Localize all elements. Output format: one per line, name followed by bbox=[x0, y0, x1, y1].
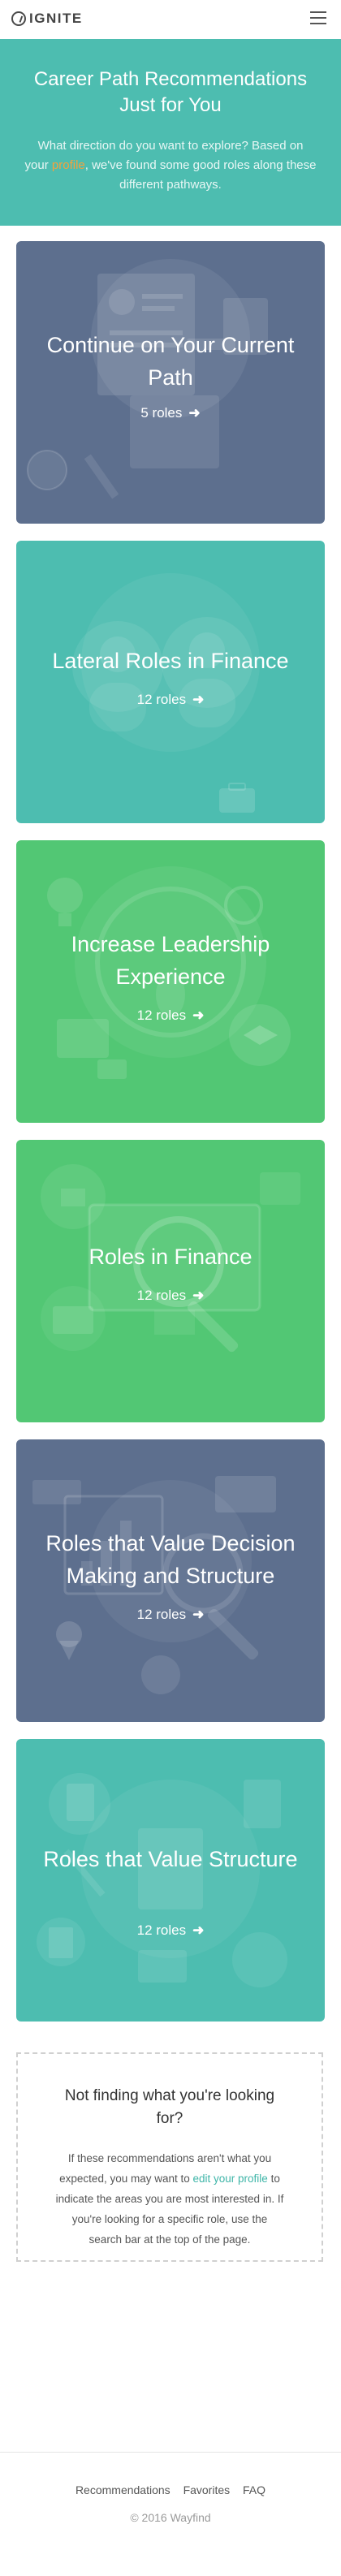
pathway-card-current-path[interactable]: Continue on Your Current Path 5 roles ➜ bbox=[16, 241, 325, 524]
hero-banner: Career Path Recommendations Just for You… bbox=[0, 39, 341, 226]
not-finding-text: If these recommendations aren't what you… bbox=[55, 2148, 284, 2250]
pathway-card-leadership[interactable]: Increase Leadership Experience 12 roles ➜ bbox=[16, 840, 325, 1123]
profile-link[interactable]: profile bbox=[52, 158, 85, 172]
edit-profile-link[interactable]: edit your profile bbox=[193, 2173, 268, 2185]
arrow-right-icon: ➜ bbox=[188, 405, 201, 421]
logo-text: IGNITE bbox=[29, 11, 83, 26]
arrow-right-icon: ➜ bbox=[192, 1008, 205, 1023]
arrow-right-icon: ➜ bbox=[192, 1607, 205, 1622]
card-roles-link[interactable]: 12 roles ➜ bbox=[16, 692, 325, 708]
card-roles-link[interactable]: 12 roles ➜ bbox=[16, 1922, 325, 1939]
card-roles-link[interactable]: 5 roles ➜ bbox=[16, 405, 325, 421]
people-briefcase-illustration-icon bbox=[72, 573, 260, 813]
card-roles-link[interactable]: 12 roles ➜ bbox=[16, 1008, 325, 1024]
card-title: Roles that Value Decision Making and Str… bbox=[45, 1531, 296, 1588]
footer-link-faq[interactable]: FAQ bbox=[243, 2483, 265, 2496]
roles-count: 12 roles bbox=[136, 1922, 187, 1938]
hero-intro-end: , we've found some good roles along thes… bbox=[84, 158, 317, 192]
card-title: Continue on Your Current Path bbox=[46, 333, 295, 390]
arrow-right-icon: ➜ bbox=[192, 1922, 205, 1938]
logo-icon bbox=[11, 11, 26, 26]
logo[interactable]: IGNITE bbox=[11, 11, 83, 27]
pathway-card-decision-making[interactable]: Roles that Value Decision Making and Str… bbox=[16, 1439, 325, 1722]
roles-count: 12 roles bbox=[136, 692, 187, 707]
hero-intro: What direction do you want to explore? B… bbox=[24, 136, 317, 195]
footer-nav: Recommendations Favorites FAQ bbox=[0, 2483, 341, 2496]
arrow-right-icon: ➜ bbox=[192, 692, 205, 707]
card-title: Lateral Roles in Finance bbox=[52, 649, 289, 673]
card-title: Roles in Finance bbox=[88, 1245, 253, 1269]
not-finding-title: Not finding what you're looking for? bbox=[64, 2087, 275, 2127]
page-title: Career Path Recommendations Just for You bbox=[33, 68, 308, 116]
footer-link-recommendations[interactable]: Recommendations bbox=[76, 2483, 170, 2496]
arrow-right-icon: ➜ bbox=[192, 1288, 205, 1303]
roles-count: 12 roles bbox=[136, 1288, 187, 1303]
card-title: Increase Leadership Experience bbox=[71, 932, 270, 989]
roles-count: 12 roles bbox=[136, 1607, 187, 1622]
magnifier-monitor-illustration-icon bbox=[41, 1164, 300, 1353]
documents-checklist-illustration-icon bbox=[37, 1773, 287, 1987]
pathway-card-value-structure[interactable]: Roles that Value Structure 12 roles ➜ bbox=[16, 1739, 325, 2022]
top-bar: IGNITE bbox=[0, 0, 341, 40]
card-title: Roles that Value Structure bbox=[43, 1847, 298, 1871]
footer: Recommendations Favorites FAQ © 2016 Way… bbox=[0, 2452, 341, 2576]
footer-link-favorites[interactable]: Favorites bbox=[183, 2483, 231, 2496]
pathway-card-roles-finance[interactable]: Roles in Finance 12 roles ➜ bbox=[16, 1140, 325, 1422]
hamburger-menu-icon[interactable] bbox=[310, 11, 326, 24]
roles-count: 5 roles bbox=[140, 405, 183, 421]
not-finding-panel: Not finding what you're looking for? If … bbox=[16, 2052, 323, 2262]
card-roles-link[interactable]: 12 roles ➜ bbox=[16, 1607, 325, 1623]
card-roles-link[interactable]: 12 roles ➜ bbox=[16, 1288, 325, 1304]
pathway-card-lateral-finance[interactable]: Lateral Roles in Finance 12 roles ➜ bbox=[16, 541, 325, 823]
roles-count: 12 roles bbox=[136, 1008, 187, 1023]
copyright: © 2016 Wayfind bbox=[130, 2511, 211, 2524]
